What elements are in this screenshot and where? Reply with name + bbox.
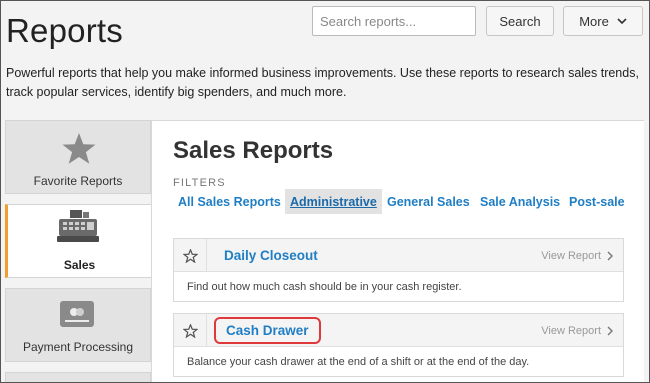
view-report-label: View Report: [541, 324, 601, 337]
chevron-right-icon: [607, 326, 613, 335]
sidebar-item-label: Payment Processing: [22, 340, 134, 354]
report-card-daily-closeout: Daily Closeout View Report Find out how …: [173, 238, 624, 302]
report-title-link[interactable]: Daily Closeout: [224, 239, 318, 272]
report-card-header: Daily Closeout View Report: [174, 239, 623, 272]
section-title: Sales Reports: [173, 137, 334, 164]
page-title: Reports: [6, 12, 123, 49]
sidebar-item-label: Favorite Reports: [33, 174, 123, 188]
chevron-right-icon: [607, 251, 613, 260]
report-description: Balance your cash drawer at the end of a…: [187, 355, 530, 368]
sidebar-item-label: Sales: [63, 258, 96, 272]
favorite-toggle[interactable]: [174, 239, 207, 272]
reports-panel: Sales Reports FILTERS All Sales Reports …: [151, 120, 644, 383]
sidebar-item-payment-processing[interactable]: Payment Processing: [5, 288, 151, 362]
report-description: Find out how much cash should be in your…: [187, 280, 462, 293]
view-report-label: View Report: [541, 249, 601, 262]
star-outline-icon: [182, 248, 198, 263]
star-outline-icon: [182, 323, 198, 338]
report-card-header: Cash Drawer View Report: [174, 314, 623, 347]
page-description: Powerful reports that help you make info…: [6, 66, 639, 99]
sidebar-item-next[interactable]: [5, 372, 151, 383]
filter-all-sales-reports[interactable]: All Sales Reports: [178, 189, 281, 214]
chevron-down-icon: [617, 17, 627, 24]
view-report-link[interactable]: View Report: [541, 314, 613, 347]
more-button[interactable]: More: [563, 6, 643, 36]
search-button[interactable]: Search: [486, 6, 554, 36]
filter-post-sale[interactable]: Post-sale: [569, 189, 625, 214]
filter-general-sales[interactable]: General Sales: [387, 189, 470, 214]
cash-register-icon: [57, 210, 99, 242]
search-input[interactable]: [312, 6, 476, 36]
credit-card-icon: [60, 301, 94, 327]
sidebar-item-favorite-reports[interactable]: Favorite Reports: [5, 120, 151, 194]
filter-sale-analysis[interactable]: Sale Analysis: [480, 189, 560, 214]
star-icon: [62, 133, 96, 164]
filters-label: FILTERS: [173, 177, 226, 189]
report-title-link[interactable]: Cash Drawer: [214, 317, 321, 344]
more-button-label: More: [579, 13, 609, 29]
view-report-link[interactable]: View Report: [541, 239, 613, 272]
report-card-cash-drawer: Cash Drawer View Report Balance your cas…: [173, 313, 624, 377]
filter-administrative[interactable]: Administrative: [285, 189, 382, 214]
favorite-toggle[interactable]: [174, 314, 207, 347]
sidebar-item-sales[interactable]: Sales: [5, 204, 151, 278]
